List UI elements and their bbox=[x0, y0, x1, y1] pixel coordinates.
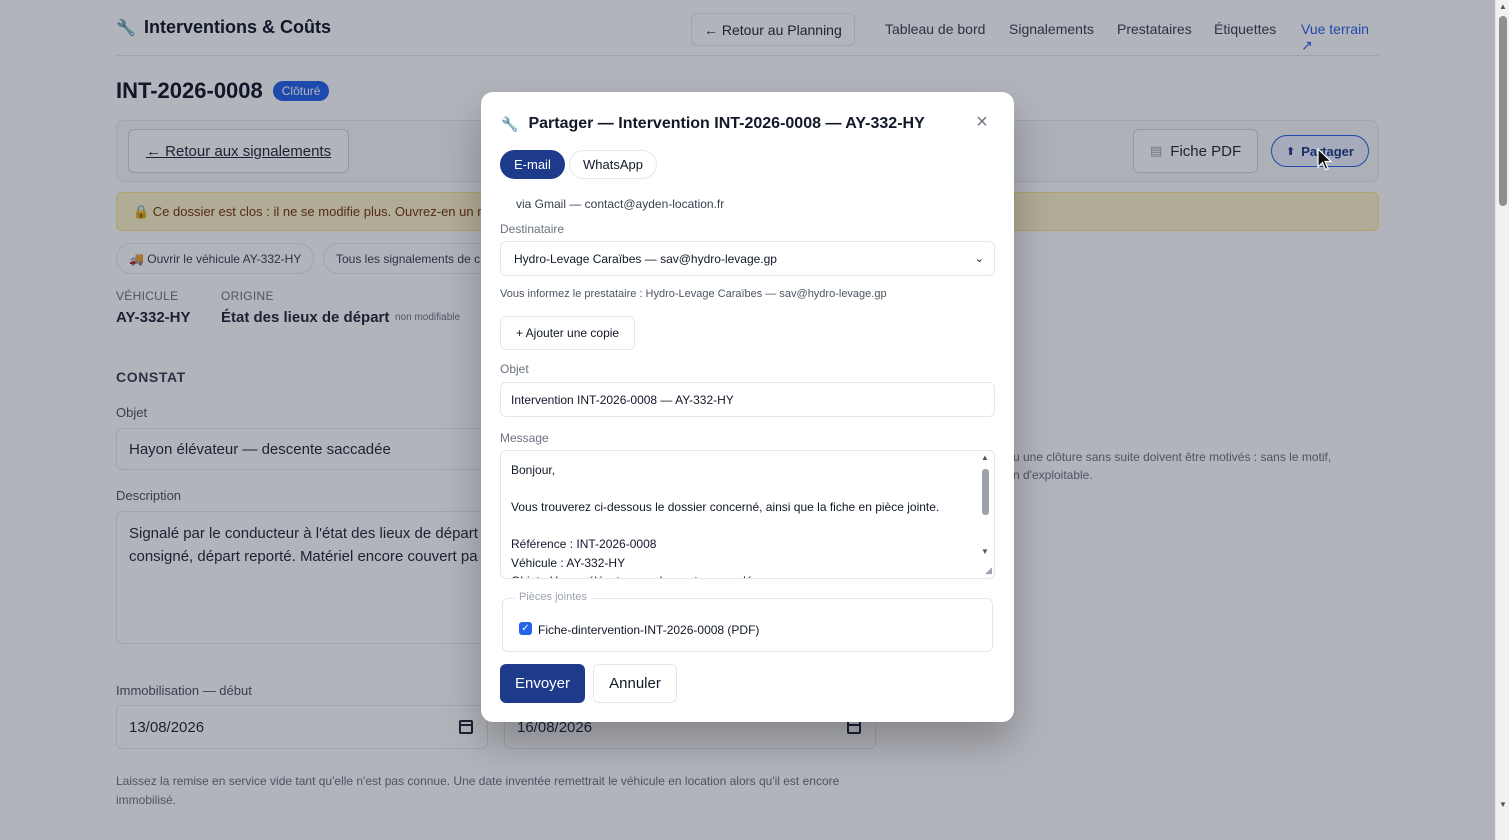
add-copy-button[interactable]: + Ajouter une copie bbox=[500, 316, 636, 350]
attachments-legend: Pièces jointes bbox=[515, 591, 591, 603]
send-button[interactable]: Envoyer bbox=[500, 664, 585, 703]
subject-input[interactable]: Intervention INT-2026-0008 — AY-332-HY bbox=[500, 382, 995, 417]
mouse-cursor-icon bbox=[1317, 148, 1333, 171]
message-text: Bonjour, Vous trouverez ci-dessous le do… bbox=[511, 463, 940, 578]
attachment-checkbox[interactable]: ✓ bbox=[519, 622, 532, 635]
scroll-up-icon[interactable]: ▲ bbox=[981, 453, 989, 462]
sender-info: via Gmail — contact@ayden-location.fr bbox=[516, 197, 725, 211]
scroll-thumb[interactable] bbox=[1499, 16, 1507, 206]
dialog-title: 🔧 Partager — Intervention INT-2026-0008 … bbox=[501, 115, 925, 133]
subject-label: Objet bbox=[500, 362, 529, 376]
message-scrollbar[interactable]: ▲ ▼ bbox=[978, 451, 994, 578]
message-textarea[interactable]: Bonjour, Vous trouverez ci-dessous le do… bbox=[500, 450, 995, 579]
message-scroll-thumb[interactable] bbox=[982, 469, 989, 515]
message-label: Message bbox=[500, 431, 549, 445]
recipient-label: Destinataire bbox=[500, 222, 565, 236]
page-scrollbar[interactable]: ▲ ▼ bbox=[1495, 0, 1509, 840]
wrench-icon: 🔧 bbox=[501, 115, 519, 132]
recipient-info: Vous informez le prestataire : Hydro-Lev… bbox=[500, 288, 887, 300]
recipient-value: Hydro-Levage Caraïbes — sav@hydro-levage… bbox=[514, 251, 777, 266]
attachments-group: Pièces jointes ✓ Fiche-dintervention-INT… bbox=[502, 591, 993, 652]
cancel-button[interactable]: Annuler bbox=[593, 664, 677, 703]
resize-grip-icon[interactable]: ◢ bbox=[985, 565, 992, 576]
tab-whatsapp[interactable]: WhatsApp bbox=[569, 150, 657, 179]
share-dialog: 🔧 Partager — Intervention INT-2026-0008 … bbox=[481, 92, 1014, 722]
dialog-title-text: Partager — Intervention INT-2026-0008 — … bbox=[528, 115, 925, 132]
scroll-up-icon[interactable]: ▲ bbox=[1498, 2, 1508, 12]
close-icon[interactable]: × bbox=[973, 112, 991, 132]
tab-email[interactable]: E-mail bbox=[500, 150, 565, 179]
attachment-name[interactable]: Fiche-dintervention-INT-2026-0008 (PDF) bbox=[538, 623, 759, 637]
scroll-down-icon[interactable]: ▼ bbox=[981, 547, 989, 556]
chevron-down-icon: ⌄ bbox=[974, 253, 984, 265]
scroll-down-icon[interactable]: ▼ bbox=[1498, 800, 1508, 810]
recipient-select[interactable]: Hydro-Levage Caraïbes — sav@hydro-levage… bbox=[500, 241, 995, 276]
